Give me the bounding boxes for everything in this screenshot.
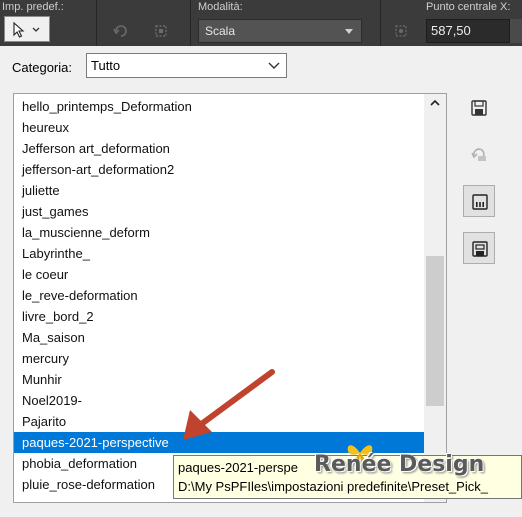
mode-label: Modalità: — [198, 1, 243, 13]
list-item[interactable]: la_muscienne_deform — [14, 222, 424, 243]
center-x-label: Punto centrale X: — [426, 1, 511, 13]
list-item[interactable]: juliette — [14, 180, 424, 201]
preset-label: Imp. predef.: — [2, 1, 64, 13]
list-item[interactable]: Pajarito — [14, 411, 424, 432]
center-x-spinner[interactable] — [510, 19, 522, 43]
list-item[interactable]: jefferson-art_deformation2 — [14, 159, 424, 180]
list-item[interactable]: hello_printemps_Deformation — [14, 96, 424, 117]
mode-value: Scala — [205, 24, 236, 38]
list-item[interactable]: Jefferson art_deformation — [14, 138, 424, 159]
tooltip-path: D:\My PsPFIles\impostazioni predefinite\… — [178, 479, 488, 494]
center-point-icon[interactable] — [392, 22, 410, 40]
chevron-down-icon — [268, 62, 280, 69]
scroll-up-icon[interactable] — [428, 96, 442, 110]
preset-picker-button[interactable] — [4, 16, 50, 42]
tooltip-name: paques-2021-perspe — [178, 460, 298, 475]
watermark-logo: Renée Design — [314, 452, 485, 477]
export-icon — [472, 241, 488, 257]
list-item[interactable]: livre_bord_2 — [14, 306, 424, 327]
export-preset-button[interactable] — [463, 232, 495, 264]
list-item[interactable]: mercury — [14, 348, 424, 369]
center-x-field[interactable]: 587,50 — [426, 19, 510, 43]
list-item[interactable]: Noel2019- — [14, 390, 424, 411]
list-item[interactable]: Labyrinthe_ — [14, 243, 424, 264]
chevron-down-icon — [345, 29, 353, 34]
list-item[interactable]: heureux — [14, 117, 424, 138]
save-icon — [471, 100, 487, 116]
preset-options-button[interactable] — [463, 185, 495, 217]
preset-list[interactable]: hello_printemps_Deformation heureux Jeffer… — [13, 93, 447, 503]
list-item[interactable]: le_reve-deformation — [14, 285, 424, 306]
list-item[interactable]: Munhir — [14, 369, 424, 390]
scroll-thumb[interactable] — [426, 256, 444, 406]
save-preset-button[interactable] — [463, 92, 495, 124]
frame-icon[interactable] — [152, 22, 170, 40]
list-scrollbar[interactable] — [424, 94, 446, 502]
preset-options-icon — [472, 194, 488, 210]
list-item[interactable]: le coeur — [14, 264, 424, 285]
mode-dropdown[interactable]: Scala — [198, 19, 362, 43]
category-value: Tutto — [91, 58, 121, 73]
restore-icon — [471, 148, 486, 161]
list-item[interactable]: just_games — [14, 201, 424, 222]
reset-icon[interactable] — [112, 22, 130, 40]
category-dropdown[interactable]: Tutto — [86, 53, 287, 78]
list-item[interactable]: Ma_saison — [14, 327, 424, 348]
pick-tool-icon — [13, 21, 40, 38]
tool-options-bar: Imp. predef.: Modalità: Scala Punto cent… — [0, 0, 522, 46]
category-label: Categoria: — [12, 60, 72, 75]
restore-preset-button[interactable] — [463, 138, 495, 170]
